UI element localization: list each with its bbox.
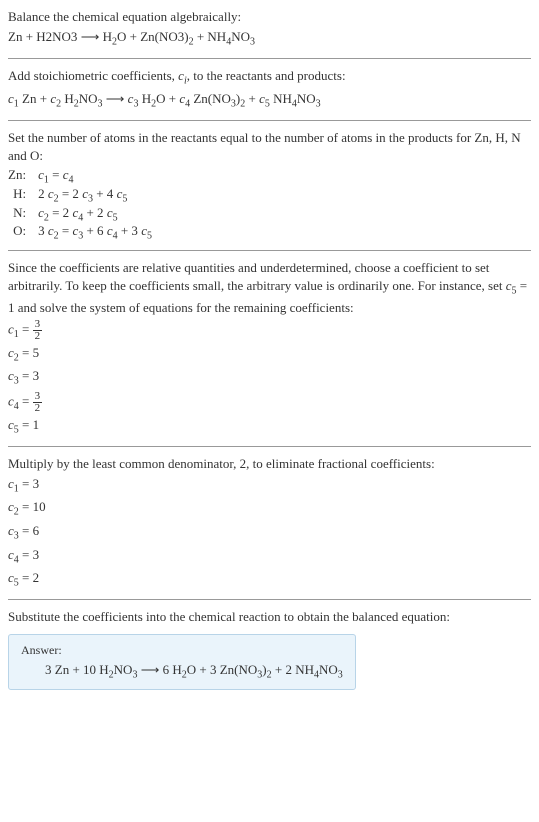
substitute-section: Substitute the coefficients into the che… — [8, 608, 531, 690]
coeff-c3: c3 = 3 — [8, 367, 531, 389]
coeff2-c4: c4 = 3 — [8, 546, 531, 568]
eq-value: 2 c2 = 2 c3 + 4 c5 — [38, 186, 152, 205]
stoich-section: Add stoichiometric coefficients, ci, to … — [8, 67, 531, 112]
eq-row-o: O: 3 c2 = c3 + 6 c4 + 3 c5 — [8, 223, 152, 242]
coeff2-c5: c5 = 2 — [8, 569, 531, 591]
coeff-c5: c5 = 1 — [8, 416, 531, 438]
divider — [8, 120, 531, 121]
answer-label: Answer: — [21, 643, 343, 658]
multiply-text: Multiply by the least common denominator… — [8, 455, 531, 473]
eq-value: c1 = c4 — [38, 167, 152, 186]
coeff2-c2: c2 = 10 — [8, 498, 531, 520]
choose-text: Since the coefficients are relative quan… — [8, 259, 531, 317]
eq-row-h: H: 2 c2 = 2 c3 + 4 c5 — [8, 186, 152, 205]
stoich-text: Add stoichiometric coefficients, ci, to … — [8, 67, 531, 89]
divider — [8, 446, 531, 447]
answer-equation: 3 Zn + 10 H2NO3 ⟶ 6 H2O + 3 Zn(NO3)2 + 2… — [21, 662, 343, 681]
atoms-equations: Zn: c1 = c4 H: 2 c2 = 2 c3 + 4 c5 N: c2 … — [8, 167, 152, 241]
atoms-section: Set the number of atoms in the reactants… — [8, 129, 531, 242]
eq-label: O: — [8, 223, 38, 242]
coeff-c2: c2 = 5 — [8, 344, 531, 366]
eq-label: N: — [8, 205, 38, 224]
eq-value: c2 = 2 c4 + 2 c5 — [38, 205, 152, 224]
eq-label: Zn: — [8, 167, 38, 186]
eq-label: H: — [8, 186, 38, 205]
intro-text: Balance the chemical equation algebraica… — [8, 8, 531, 26]
intro-equation: Zn + H2NO3 ⟶ H2O + Zn(NO3)2 + NH4NO3 — [8, 28, 531, 50]
divider — [8, 58, 531, 59]
coeff-c4: c4 = 32 — [8, 391, 531, 414]
divider — [8, 599, 531, 600]
coeff2-c3: c3 = 6 — [8, 522, 531, 544]
intro-section: Balance the chemical equation algebraica… — [8, 8, 531, 50]
eq-row-n: N: c2 = 2 c4 + 2 c5 — [8, 205, 152, 224]
eq-value: 3 c2 = c3 + 6 c4 + 3 c5 — [38, 223, 152, 242]
coeff-c1: c1 = 32 — [8, 319, 531, 342]
divider — [8, 250, 531, 251]
coeff2-c1: c1 = 3 — [8, 475, 531, 497]
substitute-text: Substitute the coefficients into the che… — [8, 608, 531, 626]
atoms-text: Set the number of atoms in the reactants… — [8, 129, 531, 165]
answer-box: Answer: 3 Zn + 10 H2NO3 ⟶ 6 H2O + 3 Zn(N… — [8, 634, 356, 690]
eq-row-zn: Zn: c1 = c4 — [8, 167, 152, 186]
stoich-equation: c1 Zn + c2 H2NO3 ⟶ c3 H2O + c4 Zn(NO3)2 … — [8, 90, 531, 112]
choose-section: Since the coefficients are relative quan… — [8, 259, 531, 438]
multiply-section: Multiply by the least common denominator… — [8, 455, 531, 591]
